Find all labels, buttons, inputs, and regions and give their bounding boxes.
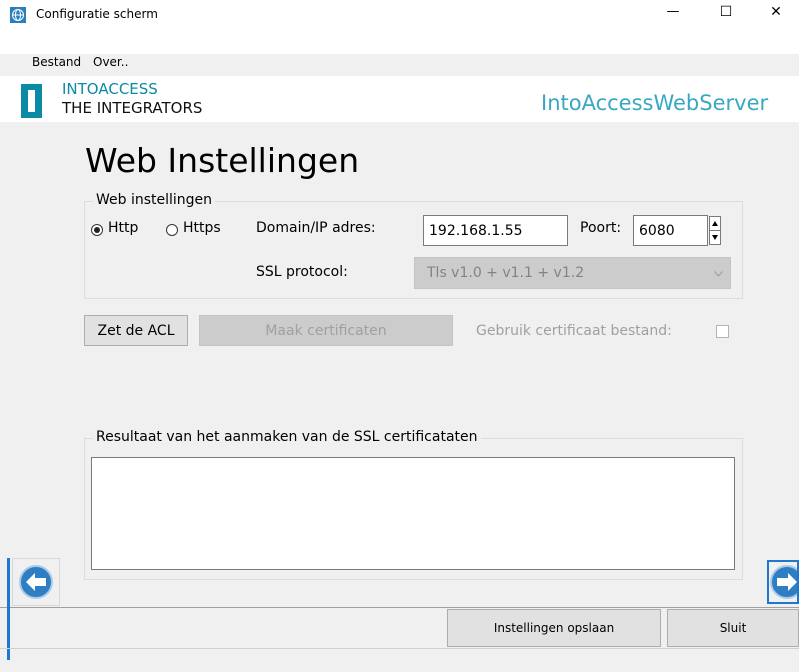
- chevron-down-icon: [714, 271, 723, 277]
- globe-icon: [10, 7, 26, 23]
- menu-over[interactable]: Over..: [93, 55, 128, 69]
- close-button[interactable]: Sluit: [667, 609, 799, 647]
- back-button[interactable]: [12, 558, 60, 606]
- web-settings-group-label: Web instellingen: [93, 192, 216, 208]
- result-group-label: Resultaat van het aanmaken van de SSL ce…: [93, 429, 481, 445]
- maximize-icon: ☐: [719, 4, 733, 20]
- page-title: Web Instellingen: [85, 141, 360, 180]
- brand-tagline: THE INTEGRATORS: [62, 99, 203, 117]
- app-name: IntoAccessWebServer: [541, 91, 769, 115]
- close-window-button[interactable]: ✕: [753, 0, 799, 54]
- make-certificates-button[interactable]: Maak certificaten: [199, 315, 453, 346]
- close-icon: ✕: [770, 4, 782, 20]
- save-settings-button[interactable]: Instellingen opslaan: [447, 609, 661, 647]
- status-bar-divider: [0, 648, 799, 649]
- minimize-button[interactable]: —: [650, 0, 696, 54]
- stepper-down-icon[interactable]: [712, 235, 718, 240]
- footer-divider: [0, 607, 799, 608]
- brand-name: INTOACCESS: [62, 80, 158, 98]
- domain-input[interactable]: 192.168.1.55: [423, 215, 568, 246]
- http-radio-label[interactable]: Http: [108, 220, 138, 236]
- menu-bestand[interactable]: Bestand: [32, 55, 81, 69]
- ssl-protocol-select[interactable]: Tls v1.0 + v1.1 + v1.2: [414, 257, 731, 289]
- ssl-protocol-value: Tls v1.0 + v1.1 + v1.2: [427, 265, 585, 281]
- port-stepper[interactable]: [709, 216, 721, 245]
- https-radio-label[interactable]: Https: [183, 220, 221, 236]
- arrow-left-icon: [19, 565, 53, 599]
- stepper-up-icon[interactable]: [712, 221, 718, 226]
- use-cert-file-checkbox[interactable]: [716, 325, 729, 338]
- window-title: Configuratie scherm: [36, 7, 158, 21]
- domain-label: Domain/IP adres:: [256, 220, 376, 236]
- ssl-label: SSL protocol:: [256, 264, 348, 280]
- forward-button[interactable]: [767, 560, 799, 604]
- logo-icon: [21, 84, 42, 118]
- port-input[interactable]: 6080: [633, 215, 708, 246]
- left-accent-bar: [7, 558, 10, 660]
- set-acl-button[interactable]: Zet de ACL: [84, 315, 188, 346]
- http-radio[interactable]: [91, 224, 103, 236]
- https-radio[interactable]: [166, 224, 178, 236]
- port-label: Poort:: [580, 220, 622, 236]
- maximize-button[interactable]: ☐: [703, 0, 749, 54]
- result-textarea[interactable]: [91, 457, 735, 570]
- arrow-right-icon: [770, 565, 797, 599]
- minimize-icon: —: [666, 4, 680, 19]
- use-cert-file-label: Gebruik certificaat bestand:: [476, 323, 672, 339]
